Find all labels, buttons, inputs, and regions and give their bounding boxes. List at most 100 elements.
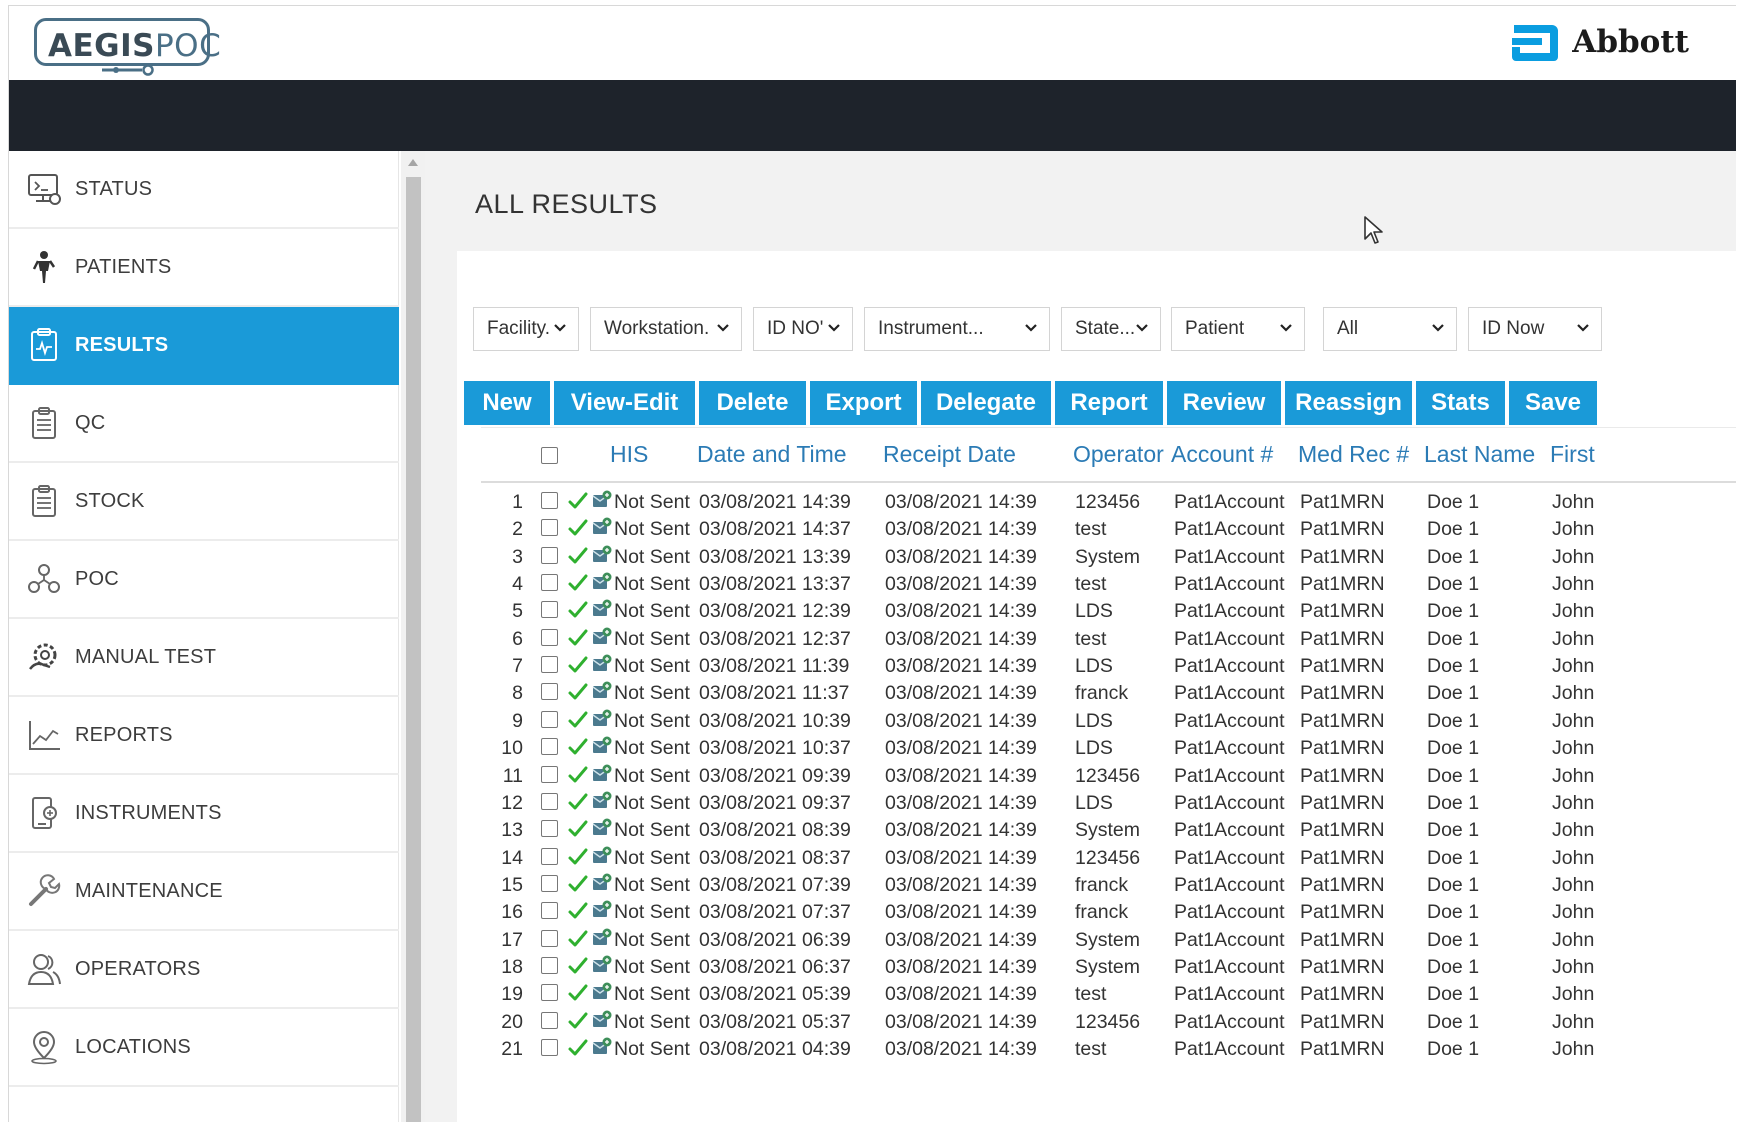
- row-checkbox[interactable]: [541, 738, 558, 756]
- scrollbar-thumb[interactable]: [406, 177, 421, 1122]
- workstation-select[interactable]: Workstation.: [590, 307, 742, 351]
- id-now-select[interactable]: ID Now: [1468, 307, 1602, 351]
- table-row[interactable]: 1 Not Sent 03/08/2021 14:39 03/08/2021 14:3…: [481, 487, 1736, 517]
- sidebar-item-reports[interactable]: REPORTS: [9, 697, 399, 775]
- sidebar-item-label: RESULTS: [75, 333, 169, 356]
- column-header-first[interactable]: First: [1550, 441, 1595, 468]
- row-checkbox[interactable]: [541, 656, 558, 674]
- sidebar-item-manual-test[interactable]: MANUAL TEST: [9, 619, 399, 697]
- row-checkbox[interactable]: [541, 792, 558, 810]
- column-header-last-name[interactable]: Last Name: [1424, 441, 1535, 468]
- table-row[interactable]: 21 Not Sent 03/08/2021 04:39 03/08/2021 14:…: [481, 1034, 1736, 1064]
- person-icon: [25, 248, 63, 286]
- aegispoc-logo[interactable]: AEGISPOC: [34, 16, 224, 80]
- sidebar-item-label: STATUS: [75, 177, 153, 200]
- state-select[interactable]: State...: [1061, 307, 1161, 351]
- id-no-select[interactable]: ID NO': [753, 307, 853, 351]
- table-row[interactable]: 11 Not Sent 03/08/2021 09:39 03/08/2021 14:…: [481, 761, 1736, 791]
- row-checkbox[interactable]: [541, 956, 558, 974]
- sidebar-item-qc[interactable]: QC: [9, 385, 399, 463]
- row-checkbox[interactable]: [541, 710, 558, 728]
- row-checkbox[interactable]: [541, 628, 558, 646]
- row-checkbox[interactable]: [541, 847, 558, 865]
- instrument-select[interactable]: Instrument...: [864, 307, 1050, 351]
- column-header-his[interactable]: HIS: [610, 441, 648, 468]
- sidebar-item-poc[interactable]: POC: [9, 541, 399, 619]
- row-checkbox[interactable]: [541, 1011, 558, 1029]
- select-value: Instrument...: [878, 318, 984, 339]
- sidebar-item-stock[interactable]: STOCK: [9, 463, 399, 541]
- sidebar-item-operators[interactable]: OPERATORS: [9, 931, 399, 1009]
- row-checkbox[interactable]: [541, 1039, 558, 1056]
- reassign-button[interactable]: Reassign: [1285, 381, 1412, 425]
- report-button[interactable]: Report: [1055, 381, 1163, 425]
- row-checkbox[interactable]: [541, 574, 558, 592]
- table-row[interactable]: 2 Not Sent 03/08/2021 14:37 03/08/2021 14:3…: [481, 514, 1736, 544]
- column-header-account[interactable]: Account #: [1171, 441, 1273, 468]
- all-select[interactable]: All: [1323, 307, 1457, 351]
- table-row[interactable]: 8 Not Sent 03/08/2021 11:37 03/08/2021 14:3…: [481, 678, 1736, 708]
- column-header-receipt-date[interactable]: Receipt Date: [883, 441, 1016, 468]
- sidebar-item-maintenance[interactable]: MAINTENANCE: [9, 853, 399, 931]
- table-row[interactable]: 5 Not Sent 03/08/2021 12:39 03/08/2021 14:3…: [481, 596, 1736, 626]
- sidebar-item-instruments[interactable]: INSTRUMENTS: [9, 775, 399, 853]
- his-status-icon: [592, 654, 612, 672]
- sidebar-item-patients[interactable]: PATIENTS: [9, 229, 399, 307]
- export-button[interactable]: Export: [810, 381, 917, 425]
- row-checkbox[interactable]: [541, 874, 558, 892]
- delete-button[interactable]: Delete: [699, 381, 806, 425]
- med-rec-number: Pat1MRN: [1300, 791, 1385, 814]
- table-row[interactable]: 9 Not Sent 03/08/2021 10:39 03/08/2021 14:3…: [481, 706, 1736, 736]
- row-checkbox[interactable]: [541, 765, 558, 783]
- checkmark-icon: [568, 984, 588, 1001]
- save-button[interactable]: Save: [1509, 381, 1597, 425]
- column-header-date-time[interactable]: Date and Time: [697, 441, 847, 468]
- table-row[interactable]: 3 Not Sent 03/08/2021 13:39 03/08/2021 14:3…: [481, 542, 1736, 572]
- mouse-cursor-icon: [1364, 216, 1383, 244]
- table-row[interactable]: 17 Not Sent 03/08/2021 06:39 03/08/2021 14:…: [481, 925, 1736, 955]
- sidebar-scrollbar[interactable]: [401, 151, 425, 1122]
- row-checkbox[interactable]: [541, 902, 558, 920]
- column-header-operator[interactable]: Operator: [1073, 441, 1164, 468]
- row-checkbox[interactable]: [541, 492, 558, 509]
- checkmark-icon: [568, 519, 588, 536]
- table-row[interactable]: 12 Not Sent 03/08/2021 09:37 03/08/2021 14:…: [481, 788, 1736, 818]
- row-checkbox[interactable]: [541, 601, 558, 619]
- table-row[interactable]: 20 Not Sent 03/08/2021 05:37 03/08/2021 14:…: [481, 1007, 1736, 1037]
- review-button[interactable]: Review: [1167, 381, 1281, 425]
- facility-select[interactable]: Facility.: [473, 307, 579, 351]
- row-checkbox[interactable]: [541, 820, 558, 838]
- chevron-down-icon: [1025, 324, 1037, 332]
- table-row[interactable]: 6 Not Sent 03/08/2021 12:37 03/08/2021 14:3…: [481, 624, 1736, 654]
- table-row[interactable]: 7 Not Sent 03/08/2021 11:39 03/08/2021 14:3…: [481, 651, 1736, 681]
- sidebar-item-results[interactable]: RESULTS: [9, 307, 399, 385]
- row-checkbox[interactable]: [541, 929, 558, 947]
- table-row[interactable]: 14 Not Sent 03/08/2021 08:37 03/08/2021 14:…: [481, 843, 1736, 873]
- view-edit-button[interactable]: View-Edit: [554, 381, 695, 425]
- patient-select[interactable]: Patient: [1171, 307, 1305, 351]
- select-all-checkbox[interactable]: [541, 447, 558, 464]
- row-checkbox[interactable]: [541, 984, 558, 1002]
- sidebar-item-status[interactable]: STATUS: [9, 151, 399, 229]
- row-checkbox[interactable]: [541, 519, 558, 537]
- table-row[interactable]: 13 Not Sent 03/08/2021 08:39 03/08/2021 14:…: [481, 815, 1736, 845]
- sidebar-item-locations[interactable]: LOCATIONS: [9, 1009, 399, 1087]
- table-row[interactable]: 4 Not Sent 03/08/2021 13:37 03/08/2021 14:3…: [481, 569, 1736, 599]
- row-checkbox[interactable]: [541, 546, 558, 564]
- table-row[interactable]: 16 Not Sent 03/08/2021 07:37 03/08/2021 14:…: [481, 897, 1736, 927]
- new-button[interactable]: New: [464, 381, 550, 425]
- table-row[interactable]: 19 Not Sent 03/08/2021 05:39 03/08/2021 14:…: [481, 979, 1736, 1009]
- row-checkbox[interactable]: [541, 683, 558, 701]
- sidebar-item-label: MANUAL TEST: [75, 645, 217, 668]
- column-header-med-rec[interactable]: Med Rec #: [1298, 441, 1409, 468]
- scroll-up-arrow-icon[interactable]: [408, 159, 418, 166]
- delegate-button[interactable]: Delegate: [921, 381, 1051, 425]
- table-row[interactable]: 15 Not Sent 03/08/2021 07:39 03/08/2021 14:…: [481, 870, 1736, 900]
- table-row[interactable]: 10 Not Sent 03/08/2021 10:37 03/08/2021 14:…: [481, 733, 1736, 763]
- account-number: Pat1Account: [1174, 764, 1285, 787]
- stats-button[interactable]: Stats: [1416, 381, 1505, 425]
- table-row[interactable]: 18 Not Sent 03/08/2021 06:37 03/08/2021 14:…: [481, 952, 1736, 982]
- first-name: John: [1552, 600, 1595, 623]
- last-name: Doe 1: [1427, 846, 1480, 869]
- logo-bold: AEGIS: [48, 28, 155, 64]
